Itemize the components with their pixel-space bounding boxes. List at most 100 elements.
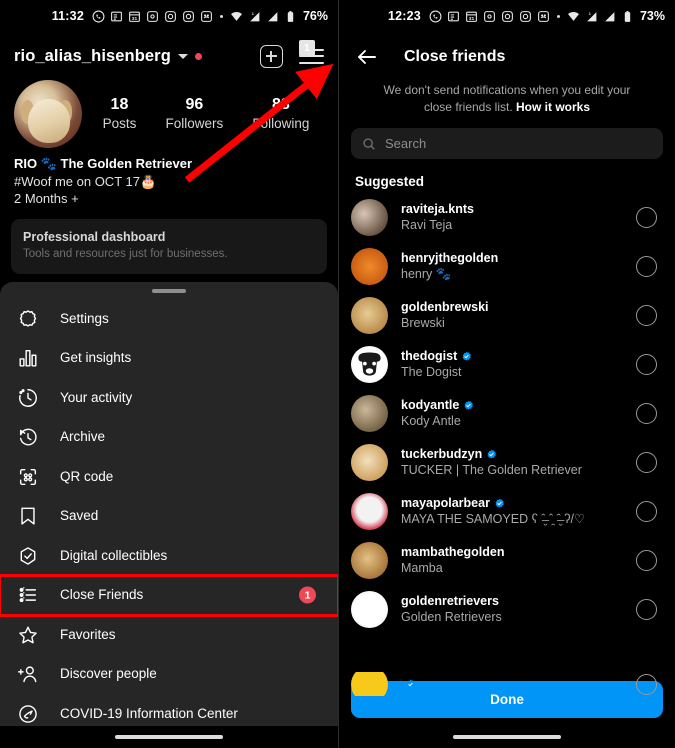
menu-item-digital-collectibles[interactable]: Digital collectibles [0,536,338,576]
user-handle: tuckerbudzyn [401,447,483,461]
suggestion-row[interactable]: mambathegolden Mamba [351,536,661,585]
instagram-icon [519,10,532,23]
select-radio[interactable] [636,256,657,277]
profile-username: rio_alias_hisenberg [14,46,171,65]
nav-home-pill[interactable] [453,735,561,739]
profile-stats: 18 Posts 96 Followers 88 Following [0,76,338,148]
menu-item-label: Favorites [60,626,116,642]
whatsapp-icon [429,10,442,23]
user-avatar[interactable] [351,248,388,285]
user-handle-row: raviteja.knts [401,201,636,217]
user-avatar[interactable] [351,297,388,334]
followers-label: Followers [165,116,224,131]
menu-item-saved[interactable]: Saved [0,497,338,537]
user-handle: henryjthegolden [401,251,499,265]
account-switcher[interactable]: rio_alias_hisenberg [14,47,202,66]
menu-item-label: Saved [60,508,99,524]
select-radio[interactable] [636,305,657,326]
verified-badge-icon [463,400,474,411]
select-radio[interactable] [636,354,657,375]
instagram-icon [164,10,177,23]
user-handle-row: mambathegolden [401,544,636,560]
suggestion-row[interactable]: mayapolarbear MAYA THE SAMOYED ʕ ˆ̶̮ ˆ̯ ˆ… [351,487,661,536]
select-radio[interactable] [636,403,657,424]
add-new-button[interactable] [260,44,283,68]
battery-percent: 76% [302,9,328,23]
menu-item-get-insights[interactable]: Get insights [0,339,338,379]
profile-avatar[interactable] [14,80,82,148]
stat-following[interactable]: 88 Following [252,95,309,133]
bookmark-icon [16,504,40,528]
settings-gear-icon [16,307,40,331]
menu-item-favorites[interactable]: Favorites [0,615,338,655]
user-meta: mayapolarbear MAYA THE SAMOYED ʕ ˆ̶̮ ˆ̯ ˆ… [401,495,636,528]
menu-item-archive[interactable]: Archive [0,418,338,458]
page-title: Close friends [404,48,506,65]
suggestion-row[interactable]: henryjthegolden henry 🐾 [351,242,661,291]
suggestion-row[interactable]: kodyantle Kody Antle [351,389,661,438]
posts-label: Posts [102,116,137,131]
svg-text:1: 1 [252,11,254,15]
menu-item-discover-people[interactable]: Discover people [0,655,338,695]
menu-item-label: Archive [60,429,106,445]
user-display-name: Golden Retrievers [401,610,502,624]
menu-item-qr-code[interactable]: QR code [0,457,338,497]
how-it-works-link[interactable]: How it works [516,100,590,114]
following-count: 88 [271,96,290,113]
menu-item-label: Settings [60,310,109,326]
right-phone-panel: 12:23 31 1 73% Close friends We don't se… [338,0,675,748]
suggestion-row[interactable]: goldenretrievers Golden Retrievers [351,585,661,634]
status-bar-left: 11:32 31 1 76% [0,0,338,32]
user-avatar[interactable] [351,493,388,530]
hamburger-menu-button[interactable]: 1 [299,39,324,66]
svg-text:31: 31 [469,15,475,21]
user-avatar[interactable] [351,346,388,383]
stat-posts[interactable]: 18 Posts [103,95,137,133]
user-handle: goldenretrievers [401,594,499,608]
user-display-name: The Dogist [401,365,462,379]
signal-icon [266,10,279,23]
suggestion-row[interactable]: raviteja.knts Ravi Teja [351,193,661,242]
wifi-icon [567,10,580,23]
select-radio[interactable] [636,207,657,228]
nav-home-pill[interactable] [115,735,223,739]
select-radio[interactable] [636,599,657,620]
user-avatar[interactable] [351,395,388,432]
user-handle: goldenbrewski [401,300,489,314]
user-avatar[interactable] [351,444,388,481]
menu-item-your-activity[interactable]: Your activity [0,378,338,418]
stat-followers[interactable]: 96 Followers [165,95,223,133]
battery-percent: 73% [639,9,665,23]
select-radio[interactable] [636,501,657,522]
suggestion-row[interactable]: thedogist The Dogist [351,340,661,389]
select-radio[interactable] [636,673,657,695]
suggestion-row[interactable]: goldenbrewski Brewski [351,291,661,340]
user-avatar[interactable] [351,542,388,579]
user-handle-row: goldenbrewski [401,299,636,315]
menu-item-close-friends[interactable]: Close Friends 1 [0,573,338,617]
battery-icon [621,10,634,23]
user-avatar[interactable] [351,199,388,236]
user-avatar[interactable] [351,672,388,696]
signal-icon: 1 [585,10,598,23]
suggestion-row-partial[interactable] [351,672,661,696]
user-avatar[interactable] [351,591,388,628]
user-display-name: MAYA THE SAMOYED ʕ ˆ̶̮ ˆ̯ ˆ̶̮ ʔ/♡ [401,512,586,526]
back-arrow-icon[interactable] [355,45,379,69]
professional-dashboard-card[interactable]: Professional dashboard Tools and resourc… [11,218,327,274]
search-input[interactable]: Search [351,128,663,159]
user-handle: kodyantle [401,398,460,412]
battery-icon [284,10,297,23]
suggestion-row[interactable]: tuckerbudzyn TUCKER | The Golden Retrieve… [351,438,661,487]
select-radio[interactable] [636,452,657,473]
user-handle: mayapolarbear [401,496,490,510]
menu-item-settings[interactable]: Settings [0,299,338,339]
dual-phone-screenshot: 11:32 31 1 76% rio_alias_hisenberg 1 18 … [0,0,675,748]
user-meta: thedogist The Dogist [401,348,636,381]
select-radio[interactable] [636,550,657,571]
star-icon [16,623,40,647]
bio-line-3: 2 Months + [14,191,79,206]
search-placeholder: Search [385,136,427,151]
app-icon [200,10,213,23]
user-meta [401,679,636,690]
